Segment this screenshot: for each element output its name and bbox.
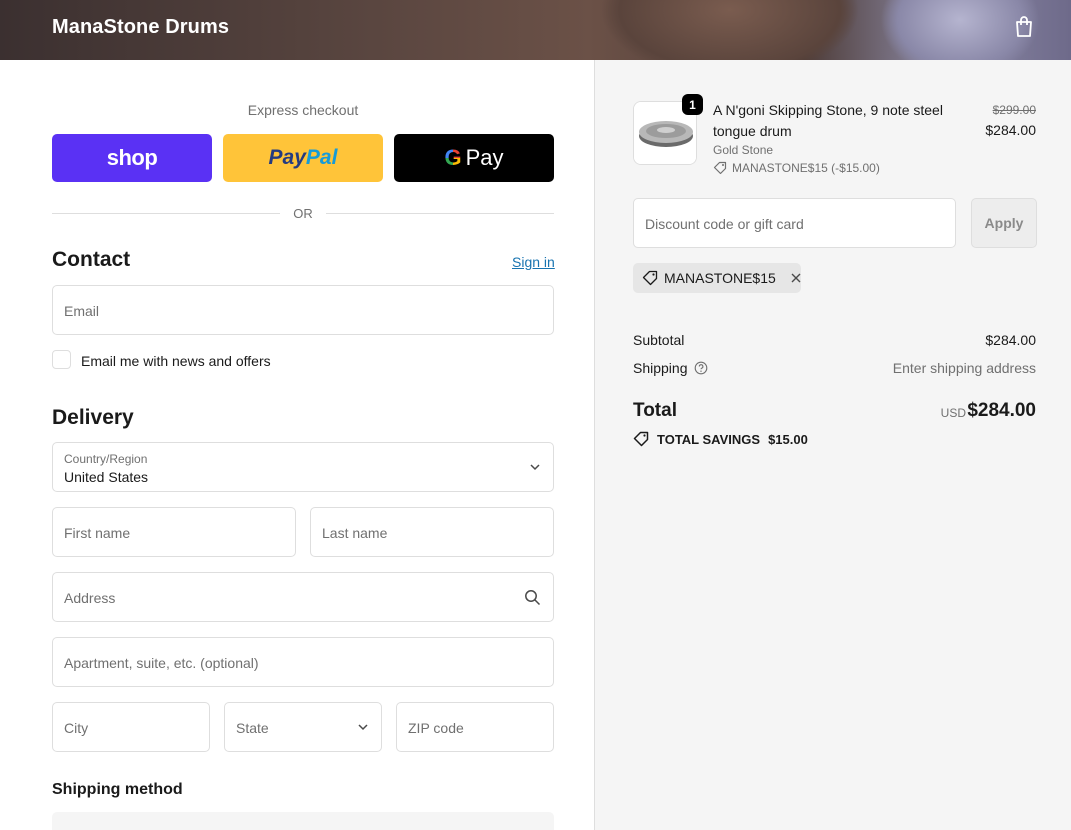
applied-discount-chip: MANASTONE$15 xyxy=(633,263,801,293)
checkout-form: Express checkout shop Pay Pal G Pay OR Co… xyxy=(0,60,594,830)
brand-name[interactable]: ManaStone Drums xyxy=(52,16,229,39)
applied-discount-code: MANASTONE$15 xyxy=(664,270,776,286)
subtotal-label: Subtotal xyxy=(633,332,685,348)
shopping-bag-icon[interactable] xyxy=(1013,15,1035,39)
total-label: Total xyxy=(633,400,677,421)
apartment-field[interactable]: Apartment, suite, etc. (optional) xyxy=(52,637,554,687)
total-value: $284.00 xyxy=(967,400,1036,421)
original-price: $299.00 xyxy=(992,103,1036,117)
savings-value: $15.00 xyxy=(768,431,808,447)
help-circle-icon[interactable] xyxy=(694,361,708,375)
shipping-method-placeholder-box xyxy=(52,812,554,830)
product-discount: MANASTONE$15 (-$15.00) xyxy=(713,161,880,175)
last-name-field[interactable]: Last name xyxy=(310,507,554,557)
country-value: United States xyxy=(64,469,149,485)
email-placeholder: Email xyxy=(64,303,100,319)
total-savings: TOTAL SAVINGS $15.00 xyxy=(633,431,808,447)
tag-icon xyxy=(713,161,727,175)
remove-discount-icon[interactable] xyxy=(790,272,802,284)
savings-label: TOTAL SAVINGS xyxy=(657,431,761,447)
first-name-field[interactable]: First name xyxy=(52,507,296,557)
google-pay-button[interactable]: G Pay xyxy=(394,134,554,182)
city-placeholder: City xyxy=(64,720,89,736)
delivery-heading: Delivery xyxy=(52,406,134,429)
first-name-placeholder: First name xyxy=(64,525,131,541)
country-select[interactable]: Country/Region United States xyxy=(52,442,554,492)
google-pay-label: Pay xyxy=(465,145,504,170)
or-divider-text: OR xyxy=(293,206,313,221)
order-summary: 1 A N'goni Skipping Stone, 9 note steel … xyxy=(594,60,1071,830)
newsletter-checkbox[interactable] xyxy=(52,350,71,369)
product-name: A N'goni Skipping Stone, 9 note steel to… xyxy=(713,102,943,139)
shipping-value: Enter shipping address xyxy=(892,360,1036,376)
quantity-badge: 1 xyxy=(682,94,703,115)
zip-placeholder: ZIP code xyxy=(408,720,464,736)
newsletter-label: Email me with news and offers xyxy=(81,353,271,369)
state-placeholder: State xyxy=(236,720,269,736)
contact-heading: Contact xyxy=(52,248,131,271)
divider-right xyxy=(326,213,554,214)
header-background-art xyxy=(600,0,860,60)
paypal-label-part2: Pal xyxy=(305,146,338,169)
product-price: $284.00 xyxy=(985,122,1036,138)
tag-icon xyxy=(642,270,658,286)
subtotal-value: $284.00 xyxy=(985,332,1036,348)
apply-discount-button[interactable]: Apply xyxy=(971,198,1037,248)
last-name-placeholder: Last name xyxy=(322,525,388,541)
product-variant: Gold Stone xyxy=(713,143,774,157)
tag-icon xyxy=(633,431,649,447)
paypal-label-part1: Pay xyxy=(268,146,306,169)
discount-placeholder: Discount code or gift card xyxy=(645,216,804,232)
address-placeholder: Address xyxy=(64,590,116,606)
express-checkout-title: Express checkout xyxy=(247,102,359,118)
divider-left xyxy=(52,213,280,214)
state-select[interactable]: State xyxy=(224,702,382,752)
shop-pay-button[interactable]: shop xyxy=(52,134,212,182)
country-label: Country/Region xyxy=(64,452,148,466)
shipping-method-heading: Shipping method xyxy=(52,781,183,798)
shipping-row: Shipping xyxy=(633,360,708,376)
sign-in-link[interactable]: Sign in xyxy=(512,254,555,270)
site-header: ManaStone Drums xyxy=(0,0,1071,60)
address-field[interactable]: Address xyxy=(52,572,554,622)
chevron-down-icon xyxy=(529,461,541,473)
total-currency: USD xyxy=(940,406,966,420)
product-discount-text: MANASTONE$15 (-$15.00) xyxy=(732,161,880,175)
paypal-button[interactable]: Pay Pal xyxy=(223,134,383,182)
discount-code-input[interactable]: Discount code or gift card xyxy=(633,198,956,248)
google-g-icon: G xyxy=(444,145,462,170)
shop-pay-label: shop xyxy=(106,145,158,170)
search-icon[interactable] xyxy=(524,589,541,606)
chevron-down-icon xyxy=(357,721,369,733)
shipping-label: Shipping xyxy=(633,360,688,376)
apartment-placeholder: Apartment, suite, etc. (optional) xyxy=(64,655,259,671)
zip-field[interactable]: ZIP code xyxy=(396,702,554,752)
city-field[interactable]: City xyxy=(52,702,210,752)
email-field[interactable]: Email xyxy=(52,285,554,335)
